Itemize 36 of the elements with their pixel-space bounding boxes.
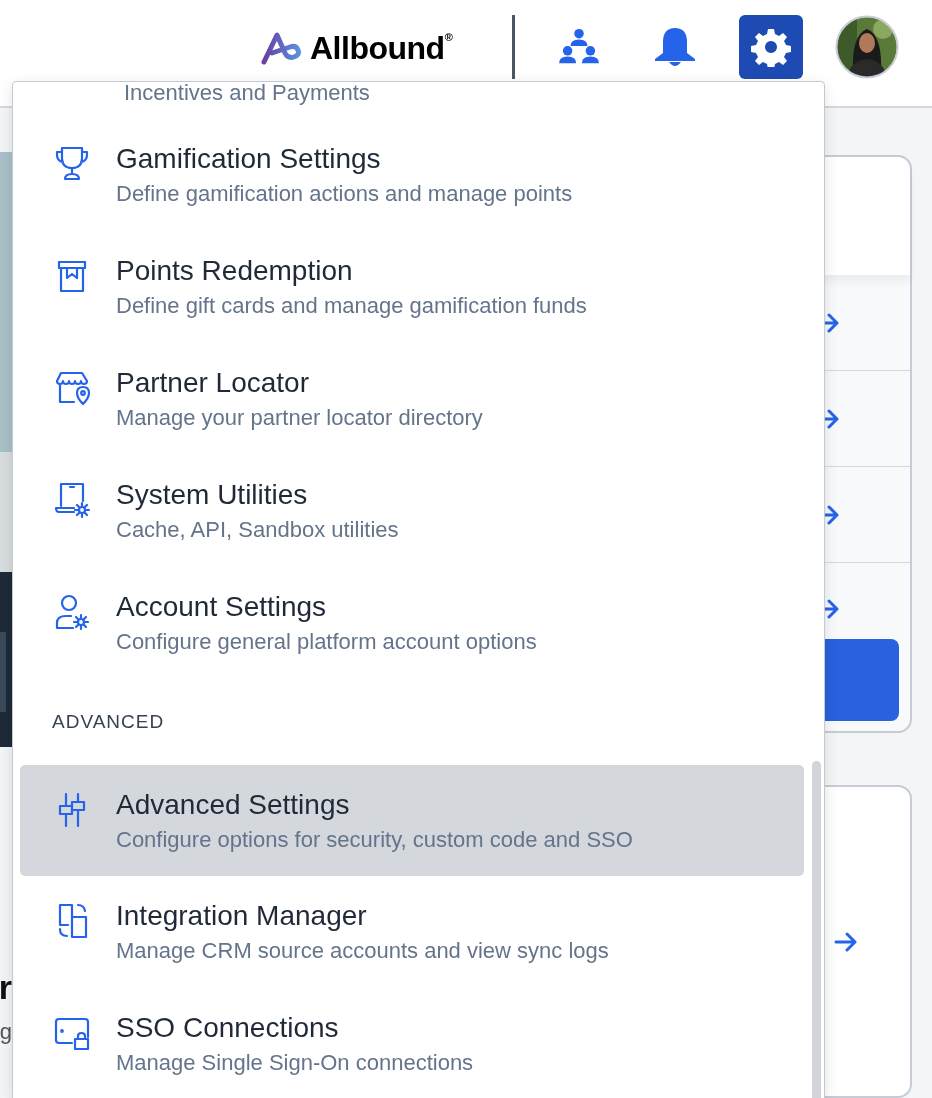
bell-icon [653,26,698,68]
menu-item[interactable]: SSO Connections Manage Single Sign-On connections [20,988,804,1098]
menu-item-description: Configure general platform account options [116,628,537,656]
logo-text[interactable]: Allbound$^{®}$ [310,29,453,67]
scrollbar-thumb[interactable] [812,761,821,1098]
menu-item-description: Cache, API, Sandbox utilities [116,516,399,544]
menu-item-description: Define gift cards and manage gamification funds [116,292,587,320]
arrow-right-icon[interactable] [834,931,858,952]
menu-item[interactable]: Account Settings Configure general platform account options [20,567,804,679]
menu-item-title: Partner Locator [116,366,310,400]
logo-icon [260,31,304,65]
menu-item-title: Points Redemption [116,254,354,288]
menu-item-description: Manage Single Sign-On connections [116,1049,474,1077]
menu-item-description: Incentives and Payments [124,82,370,104]
menu-item-description: Manage your partner locator directory [116,404,483,432]
menu-item-title: SSO Connections [116,1011,340,1045]
menu-item[interactable]: Advanced Settings Configure options for security, custom code and SSO [20,765,804,876]
menu-item-description: Manage CRM source accounts and view sync logs [116,937,609,965]
gear-icon [751,27,792,67]
section-heading: ADVANCED [52,711,165,733]
menu-item-description: Define gamification actions and manage points [116,180,573,208]
laptop-gear-icon [52,480,92,520]
menu-item-description: Configure options for security, custom code and SSO [116,825,633,854]
menu-item[interactable]: Gamification Settings Define gamification actions and manage points [20,119,804,231]
settings-button[interactable] [739,15,804,79]
heading-text: r [0,967,12,1007]
menu-item[interactable]: Integration Manager Manage CRM source accounts and view sync logs [20,876,804,988]
menu-item-title: Account Settings [116,590,328,624]
menu-item-title: System Utilities [116,478,309,512]
menu-item-title: Gamification Settings [116,142,382,176]
body-text: g [0,1019,12,1045]
menu-item[interactable]: Partner Locator Manage your partner locator directory [20,343,804,455]
menu-item[interactable]: Points Redemption Define gift cards and manage gamification funds [20,231,804,343]
menu-item-title: Advanced Settings [116,787,351,822]
menu-item[interactable]: System Utilities Cache, API, Sandbox utilities [20,455,804,567]
menu-item-title: Integration Manager [116,899,368,933]
